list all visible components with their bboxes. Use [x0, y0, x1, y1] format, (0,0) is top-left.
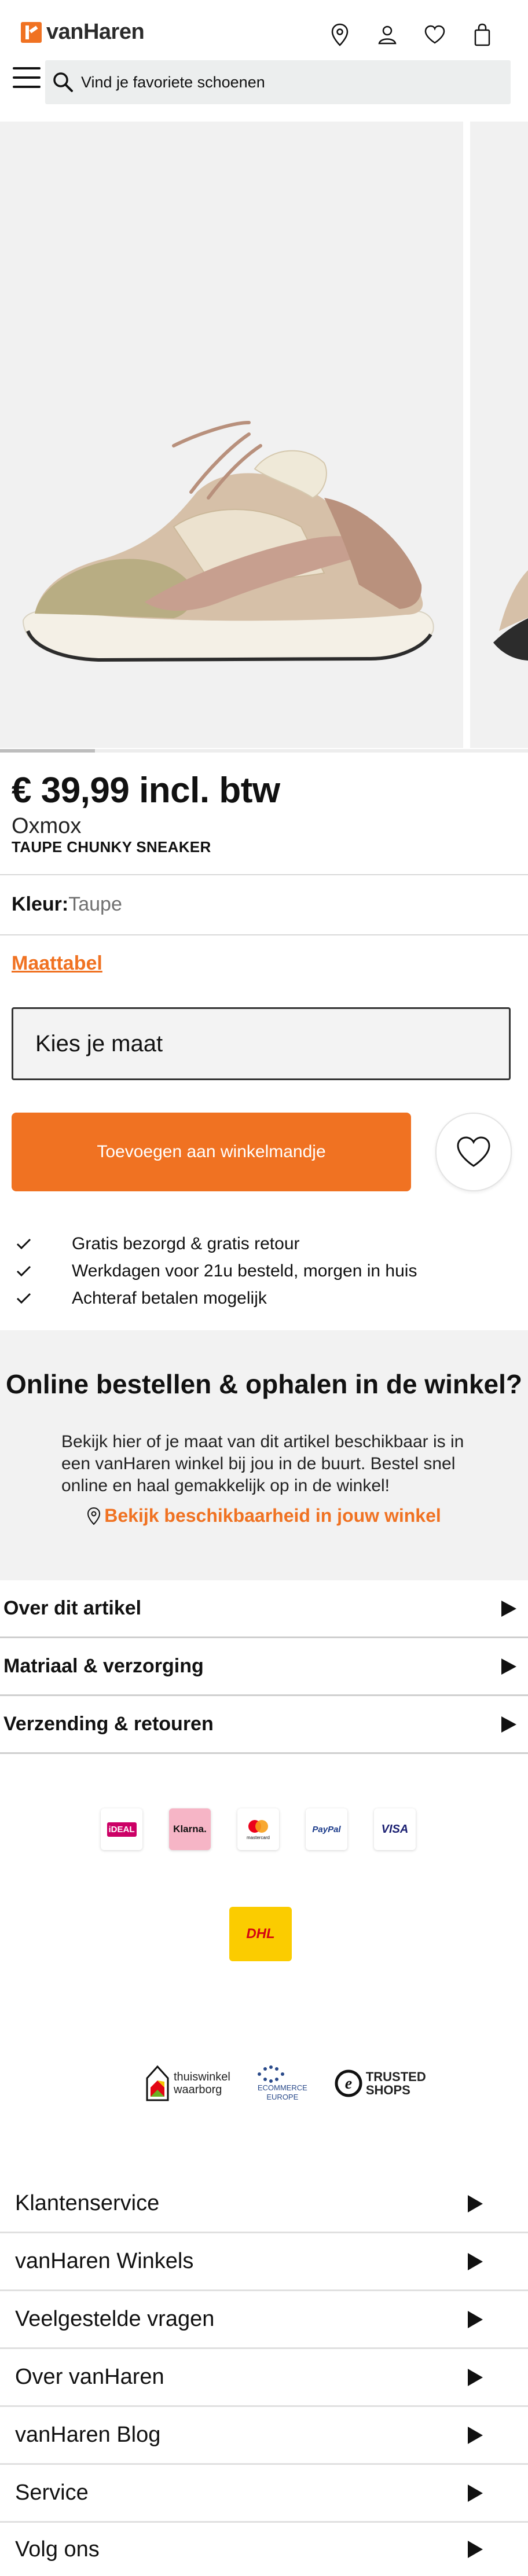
footer-link-volg-ons[interactable]: Volg ons — [0, 2523, 528, 2576]
caret-right-icon — [468, 2484, 483, 2502]
caret-right-icon — [501, 1600, 516, 1617]
dhl-icon: DHL — [229, 1907, 292, 1961]
usp-text: Gratis bezorgd & gratis retour — [72, 1234, 300, 1253]
product-gallery[interactable] — [0, 122, 528, 753]
store-text: Bekijk hier of je maat van dit artikel b… — [61, 1432, 464, 1495]
mastercard-icon: mastercard — [237, 1808, 279, 1850]
color-label: Kleur: — [12, 893, 69, 915]
accordion-shipping[interactable]: Verzending & retouren — [0, 1696, 528, 1754]
add-to-cart-button[interactable]: Toevoegen aan winkelmandje — [12, 1113, 411, 1191]
product-price: € 39,99 incl. btw — [12, 770, 280, 810]
check-icon — [16, 1238, 72, 1250]
brand-name: vanHaren — [46, 20, 145, 44]
divider — [0, 874, 528, 875]
usp-item: Gratis bezorgd & gratis retour — [16, 1230, 417, 1257]
accordion-label: Matriaal & verzorging — [3, 1655, 204, 1677]
search-bar[interactable] — [45, 60, 511, 104]
size-chart-link[interactable]: Maattabel — [12, 952, 102, 975]
site-header: vanHaren — [0, 0, 528, 122]
check-icon — [16, 1265, 72, 1277]
footer-link-klantenservice[interactable]: Klantenservice — [0, 2175, 528, 2233]
search-icon — [50, 69, 76, 96]
account-icon[interactable] — [376, 22, 398, 47]
size-select[interactable]: Kies je maat — [12, 1007, 511, 1080]
menu-icon[interactable] — [13, 67, 41, 88]
ecommerce-europe-logo: ECOMMERCE EUROPE — [254, 2065, 311, 2101]
accordion-about[interactable]: Over dit artikel — [0, 1580, 528, 1638]
svg-text:e: e — [345, 2075, 352, 2093]
brand-logo[interactable]: vanHaren — [21, 20, 145, 45]
usp-list: Gratis bezorgd & gratis retour Werkdagen… — [16, 1230, 417, 1312]
gallery-progress-fill — [0, 749, 96, 753]
cart-icon[interactable] — [471, 22, 493, 47]
footer-link-over[interactable]: Over vanHaren — [0, 2349, 528, 2407]
store-pickup-section: Online bestellen & ophalen in de winkel?… — [0, 1330, 528, 1580]
caret-right-icon — [468, 2541, 483, 2558]
location-pin-icon — [87, 1507, 101, 1525]
ideal-icon: iDEAL — [101, 1808, 142, 1850]
store-title: Online bestellen & ophalen in de winkel? — [5, 1369, 523, 1399]
visa-icon: VISA — [374, 1808, 416, 1850]
thuiswinkel-logo: thuiswinkel waarborg — [145, 2064, 230, 2102]
heart-icon — [457, 1136, 490, 1167]
footer-link-blog[interactable]: vanHaren Blog — [0, 2407, 528, 2465]
check-icon — [16, 1293, 72, 1304]
divider — [0, 934, 528, 935]
usp-item: Achteraf betalen mogelijk — [16, 1285, 417, 1312]
store-link-text: Bekijk beschikbaarheid in jouw winkel — [104, 1505, 441, 1526]
gallery-progress — [0, 749, 528, 753]
usp-text: Werkdagen voor 21u besteld, morgen in hu… — [72, 1261, 417, 1280]
caret-right-icon — [501, 1658, 516, 1675]
accordion-label: Verzending & retouren — [3, 1713, 214, 1735]
product-name: TAUPE CHUNKY SNEAKER — [12, 838, 211, 856]
wishlist-icon[interactable] — [424, 22, 446, 47]
caret-right-icon — [468, 2252, 483, 2270]
caret-right-icon — [468, 2195, 483, 2212]
color-row: Kleur:Taupe — [12, 893, 122, 916]
product-image[interactable] — [0, 122, 463, 748]
store-availability-link[interactable]: Bekijk beschikbaarheid in jouw winkel — [87, 1505, 441, 1526]
caret-right-icon — [468, 2426, 483, 2444]
location-icon[interactable] — [329, 22, 351, 47]
paypal-icon: PayPal — [306, 1808, 347, 1850]
product-image-next[interactable] — [470, 122, 528, 748]
trust-marks: thuiswinkel waarborg ECOMMERCE EUROPE e TR… — [145, 2064, 426, 2102]
footer-link-faq[interactable]: Veelgestelde vragen — [0, 2291, 528, 2349]
caret-right-icon — [468, 2368, 483, 2386]
payment-methods: iDEAL Klarna. mastercard PayPal VISA — [101, 1808, 416, 1850]
accordion-label: Over dit artikel — [3, 1597, 142, 1619]
logo-mark-icon — [21, 21, 42, 43]
footer-link-service[interactable]: Service — [0, 2465, 528, 2523]
header-icons — [329, 22, 493, 47]
color-value: Taupe — [68, 893, 122, 915]
search-input[interactable] — [81, 73, 486, 91]
usp-text: Achteraf betalen mogelijk — [72, 1288, 267, 1308]
accordion-material[interactable]: Matriaal & verzorging — [0, 1638, 528, 1696]
footer-link-winkels[interactable]: vanHaren Winkels — [0, 2233, 528, 2291]
usp-item: Werkdagen voor 21u besteld, morgen in hu… — [16, 1257, 417, 1285]
wishlist-button[interactable] — [435, 1113, 512, 1191]
caret-right-icon — [468, 2310, 483, 2328]
klarna-icon: Klarna. — [169, 1808, 211, 1850]
trusted-shops-logo: e TRUSTED SHOPS — [335, 2069, 426, 2097]
caret-right-icon — [501, 1716, 516, 1733]
product-brand: Oxmox — [12, 814, 82, 838]
